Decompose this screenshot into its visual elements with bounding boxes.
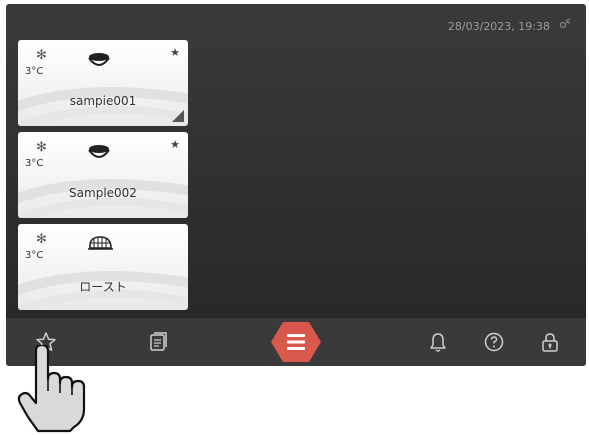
card-corner-marker [172,110,184,122]
menu-icon[interactable] [270,320,322,364]
network-status-icon [559,18,571,29]
bowl-icon [88,53,110,66]
favorite-star-icon[interactable]: ★ [170,138,180,151]
recipe-card-sample002[interactable]: ✻ 3°C ★ Sample002 [18,132,188,218]
snowflake-icon: ✻ [36,48,47,63]
help-icon[interactable] [482,330,506,354]
recipe-card-sampie001[interactable]: ✻ 3°C ★ sampie001 [18,40,188,126]
recipe-temperature: 3°C [25,250,44,261]
recipe-temperature: 3°C [25,66,44,77]
roast-icon [88,236,113,250]
recipe-book-icon[interactable] [146,330,170,354]
recipe-name: Sample002 [69,186,137,200]
bowl-icon [88,145,110,158]
favorite-star-icon[interactable]: ★ [170,46,180,59]
lock-icon[interactable] [538,330,562,354]
bell-icon[interactable] [426,330,450,354]
bottom-toolbar [6,317,586,366]
pointing-hand-icon [17,345,86,433]
datetime: 28/03/2023, 19:38 [447,20,550,33]
recipe-temperature: 3°C [25,158,44,169]
recipe-card-roast[interactable]: ✻ 3°C ロースト [18,224,188,310]
recipe-name: sampie001 [69,94,137,108]
oven-screen: 28/03/2023, 19:38 ✻ 3°C ★ sampie001 ✻ 3°… [6,4,586,366]
snowflake-icon: ✻ [36,140,47,155]
recipe-name: ロースト [79,280,127,294]
snowflake-icon: ✻ [36,232,47,247]
